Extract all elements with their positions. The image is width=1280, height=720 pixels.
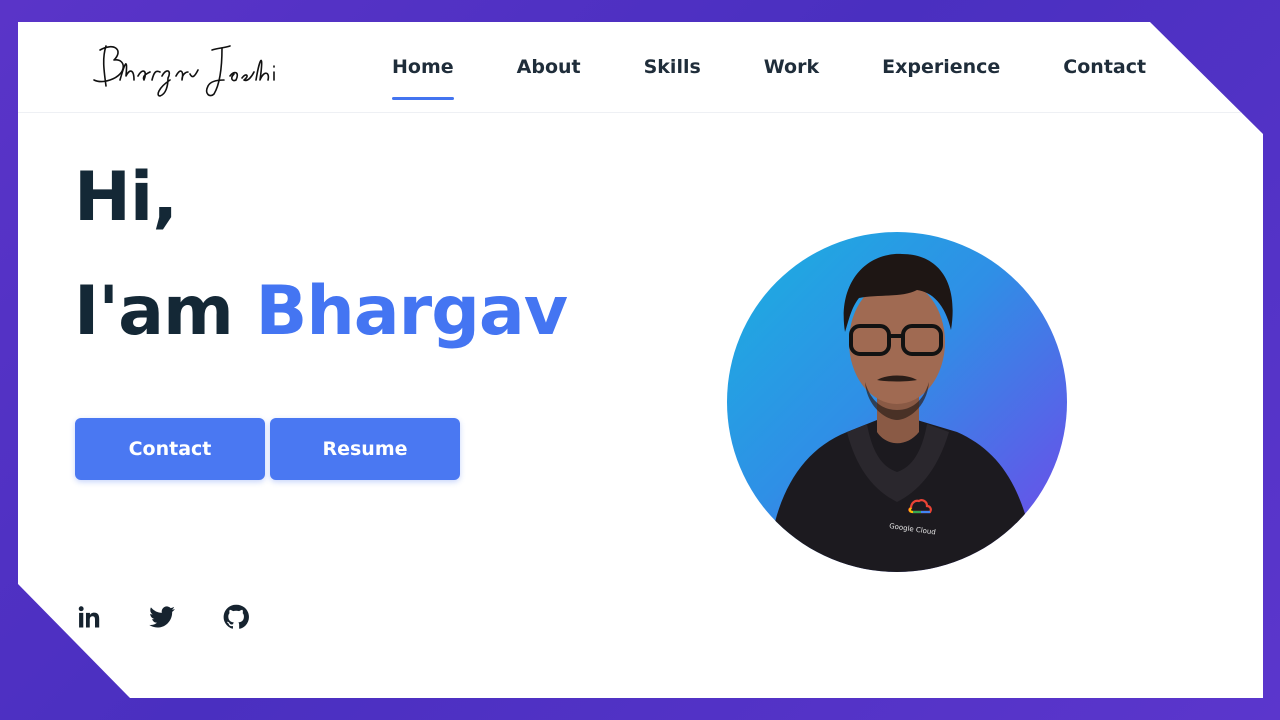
nav-item-work[interactable]: Work [764, 22, 819, 112]
nav-item-experience[interactable]: Experience [882, 22, 1000, 112]
twitter-link[interactable] [147, 602, 177, 632]
signature-logo [93, 45, 275, 97]
twitter-icon [149, 606, 175, 628]
linkedin-icon [78, 606, 100, 628]
nav-item-about[interactable]: About [517, 22, 581, 112]
resume-button[interactable]: Resume [270, 418, 460, 480]
site-header: Home About Skills Work Experience Contac… [18, 22, 1263, 113]
github-link[interactable] [221, 602, 251, 632]
profile-photo: Google Cloud [727, 232, 1067, 572]
nav-item-contact[interactable]: Contact [1063, 22, 1146, 112]
hero-name: Bhargav [255, 272, 569, 351]
main-nav: Home About Skills Work Experience Contac… [392, 22, 1146, 112]
hero-intro: I'am Bhargav [74, 272, 569, 351]
github-icon [223, 604, 249, 629]
linkedin-link[interactable] [74, 602, 104, 632]
hero-greeting: Hi, [74, 158, 178, 237]
portfolio-card: Home About Skills Work Experience Contac… [18, 22, 1263, 698]
contact-button[interactable]: Contact [75, 418, 265, 480]
hero-intro-text: I'am [74, 272, 256, 351]
profile-illustration: Google Cloud [767, 253, 1037, 572]
nav-item-home[interactable]: Home [392, 22, 454, 112]
nav-item-skills[interactable]: Skills [644, 22, 701, 112]
logo[interactable] [84, 36, 284, 102]
